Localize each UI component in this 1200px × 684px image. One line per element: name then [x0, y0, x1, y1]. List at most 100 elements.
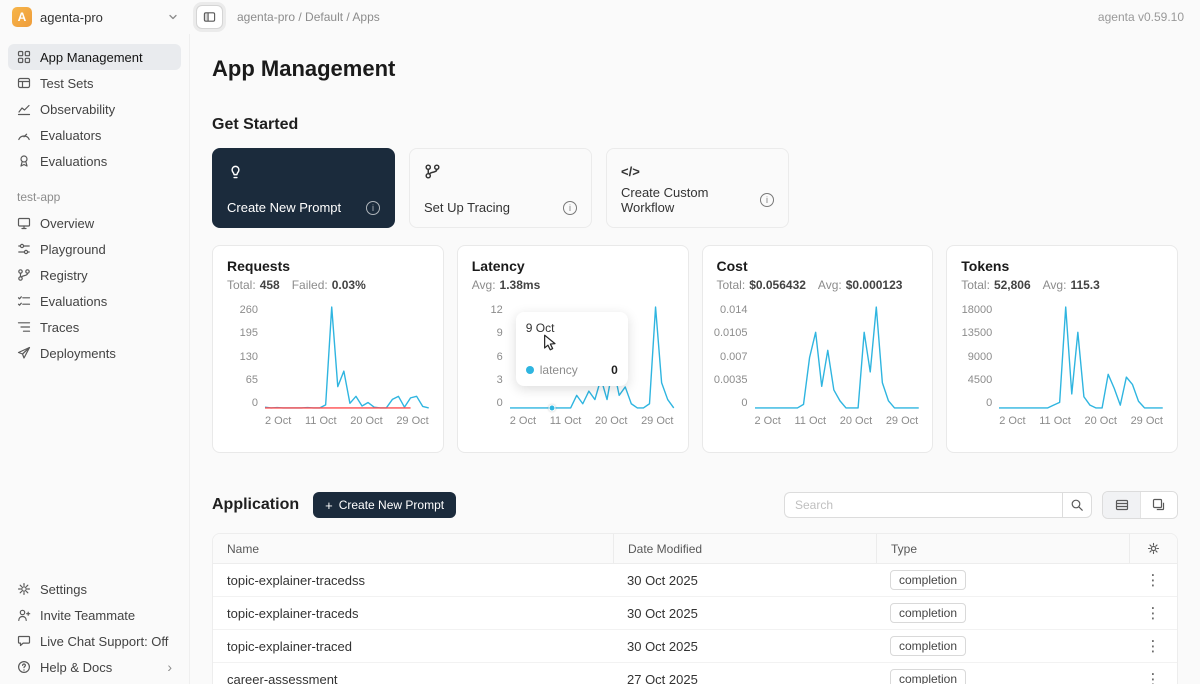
chevron-right-icon: › [167, 660, 172, 674]
stat: Total:52,806 [961, 278, 1030, 292]
sidebar-item-settings[interactable]: Settings [8, 576, 181, 602]
application-heading: Application [212, 496, 299, 514]
row-menu-button[interactable]: ⋮ [1146, 573, 1161, 588]
type-badge: completion [890, 603, 966, 623]
y-tick-label: 0.014 [720, 305, 748, 316]
sidebar-item-evaluators[interactable]: Evaluators [8, 122, 181, 148]
table-view-icon [1115, 498, 1129, 512]
search-icon [1070, 498, 1084, 512]
sidebar-item-live-chat[interactable]: Live Chat Support: Off [8, 628, 181, 654]
sidebar-item-label: Settings [40, 582, 87, 597]
sidebar-item-invite-teammate[interactable]: Invite Teammate [8, 602, 181, 628]
table-header: Name Date Modified Type [213, 534, 1177, 564]
y-axis: 129630 [472, 305, 510, 409]
tooltip-value: 0 [611, 363, 618, 377]
sidebar-item-label: Test Sets [40, 76, 93, 91]
hover-point-dot [549, 404, 556, 411]
y-tick-label: 0 [986, 398, 992, 409]
y-tick-label: 0 [252, 398, 258, 409]
sidebar-item-traces[interactable]: Traces [8, 314, 181, 340]
sidebar-item-label: Evaluators [40, 128, 101, 143]
button-label: Create New Prompt [339, 498, 444, 512]
x-tick-label: 20 Oct [840, 416, 872, 427]
code-icon: </> [621, 161, 774, 181]
type-badge: completion [890, 570, 966, 590]
info-icon[interactable]: i [366, 201, 380, 215]
cost-chart[interactable] [755, 305, 919, 409]
table-row[interactable]: topic-explainer-traceds 30 Oct 2025 comp… [213, 597, 1177, 630]
column-header-type[interactable]: Type [876, 534, 1129, 563]
app-date-modified: 30 Oct 2025 [613, 606, 876, 621]
sidebar-collapse-button[interactable] [196, 5, 223, 29]
sidebar-item-label: Traces [40, 320, 79, 335]
metric-title: Latency [472, 258, 674, 274]
column-header-name[interactable]: Name [213, 542, 613, 556]
row-menu-button[interactable]: ⋮ [1146, 672, 1161, 684]
checklist-icon [17, 294, 31, 308]
sidebar-item-label: Help & Docs [40, 660, 112, 675]
app-date-modified: 30 Oct 2025 [613, 639, 876, 654]
tokens-chart[interactable] [999, 305, 1163, 409]
info-icon[interactable]: i [760, 193, 774, 207]
breadcrumb[interactable]: agenta-pro / Default / Apps [237, 10, 380, 24]
metric-card-tokens: Tokens Total:52,806 Avg:115.3 1800013500… [946, 245, 1178, 453]
card-label: Set Up Tracing [424, 200, 510, 215]
card-view-button[interactable] [1140, 492, 1177, 518]
table-row[interactable]: topic-explainer-tracedss 30 Oct 2025 com… [213, 564, 1177, 597]
search-input[interactable] [784, 492, 1062, 518]
y-tick-label: 195 [240, 328, 258, 339]
create-custom-workflow-card[interactable]: </> Create Custom Workflow i [606, 148, 789, 228]
info-icon[interactable]: i [563, 201, 577, 215]
y-tick-label: 65 [246, 375, 258, 386]
stat: Avg:1.38ms [472, 278, 541, 292]
application-header: Application + Create New Prompt [212, 491, 1178, 519]
set-up-tracing-card[interactable]: Set Up Tracing i [409, 148, 592, 228]
paper-plane-icon [17, 346, 31, 360]
sidebar-bottom: Settings Invite Teammate Live Chat Suppo… [8, 576, 181, 680]
card-label: Create Custom Workflow [621, 185, 760, 215]
sidebar-item-label: Invite Teammate [40, 608, 135, 623]
sidebar-item-label: Playground [40, 242, 106, 257]
sidebar-item-overview[interactable]: Overview [8, 210, 181, 236]
sidebar-item-registry[interactable]: Registry [8, 262, 181, 288]
x-tick-label: 29 Oct [641, 416, 673, 427]
x-axis: 2 Oct11 Oct20 Oct29 Oct [510, 416, 674, 427]
sidebar-item-observability[interactable]: Observability [8, 96, 181, 122]
sidebar-item-label: App Management [40, 50, 143, 65]
create-new-prompt-button[interactable]: + Create New Prompt [313, 492, 456, 518]
app-date-modified: 30 Oct 2025 [613, 573, 876, 588]
metric-stats: Avg:1.38ms [472, 278, 674, 292]
sidebar-item-app-management[interactable]: App Management [8, 44, 181, 70]
app-version: agenta v0.59.10 [1098, 10, 1200, 24]
table-row[interactable]: topic-explainer-traced 30 Oct 2025 compl… [213, 630, 1177, 663]
table-settings-button[interactable] [1129, 534, 1177, 563]
row-menu-button[interactable]: ⋮ [1146, 606, 1161, 621]
sidebar-item-playground[interactable]: Playground [8, 236, 181, 262]
sidebar-item-help-docs[interactable]: Help & Docs › [8, 654, 181, 680]
table-icon [17, 76, 31, 90]
sidebar-item-app-evaluations[interactable]: Evaluations [8, 288, 181, 314]
branch-icon [17, 268, 31, 282]
x-axis: 2 Oct11 Oct20 Oct29 Oct [999, 416, 1163, 427]
x-tick-label: 2 Oct [265, 416, 291, 427]
table-row[interactable]: career-assessment 27 Oct 2025 completion… [213, 663, 1177, 684]
table-view-button[interactable] [1103, 492, 1140, 518]
badge-icon [17, 154, 31, 168]
sidebar-item-label: Evaluations [40, 154, 107, 169]
search-button[interactable] [1062, 492, 1092, 518]
sidebar-item-deployments[interactable]: Deployments [8, 340, 181, 366]
desktop-icon [17, 216, 31, 230]
stat: Total:$0.056432 [717, 278, 806, 292]
x-tick-label: 20 Oct [350, 416, 382, 427]
create-new-prompt-card[interactable]: Create New Prompt i [212, 148, 395, 228]
workspace-selector[interactable]: A agenta-pro [0, 7, 190, 27]
sidebar-item-label: Live Chat Support: Off [40, 634, 168, 649]
row-menu-button[interactable]: ⋮ [1146, 639, 1161, 654]
x-tick-label: 11 Oct [794, 416, 826, 427]
sliders-icon [17, 242, 31, 256]
requests-chart[interactable] [265, 305, 429, 409]
sidebar-item-evaluations[interactable]: Evaluations [8, 148, 181, 174]
column-header-date-modified[interactable]: Date Modified [613, 534, 876, 563]
apps-table: Name Date Modified Type topic-explainer-… [212, 533, 1178, 684]
sidebar-item-test-sets[interactable]: Test Sets [8, 70, 181, 96]
